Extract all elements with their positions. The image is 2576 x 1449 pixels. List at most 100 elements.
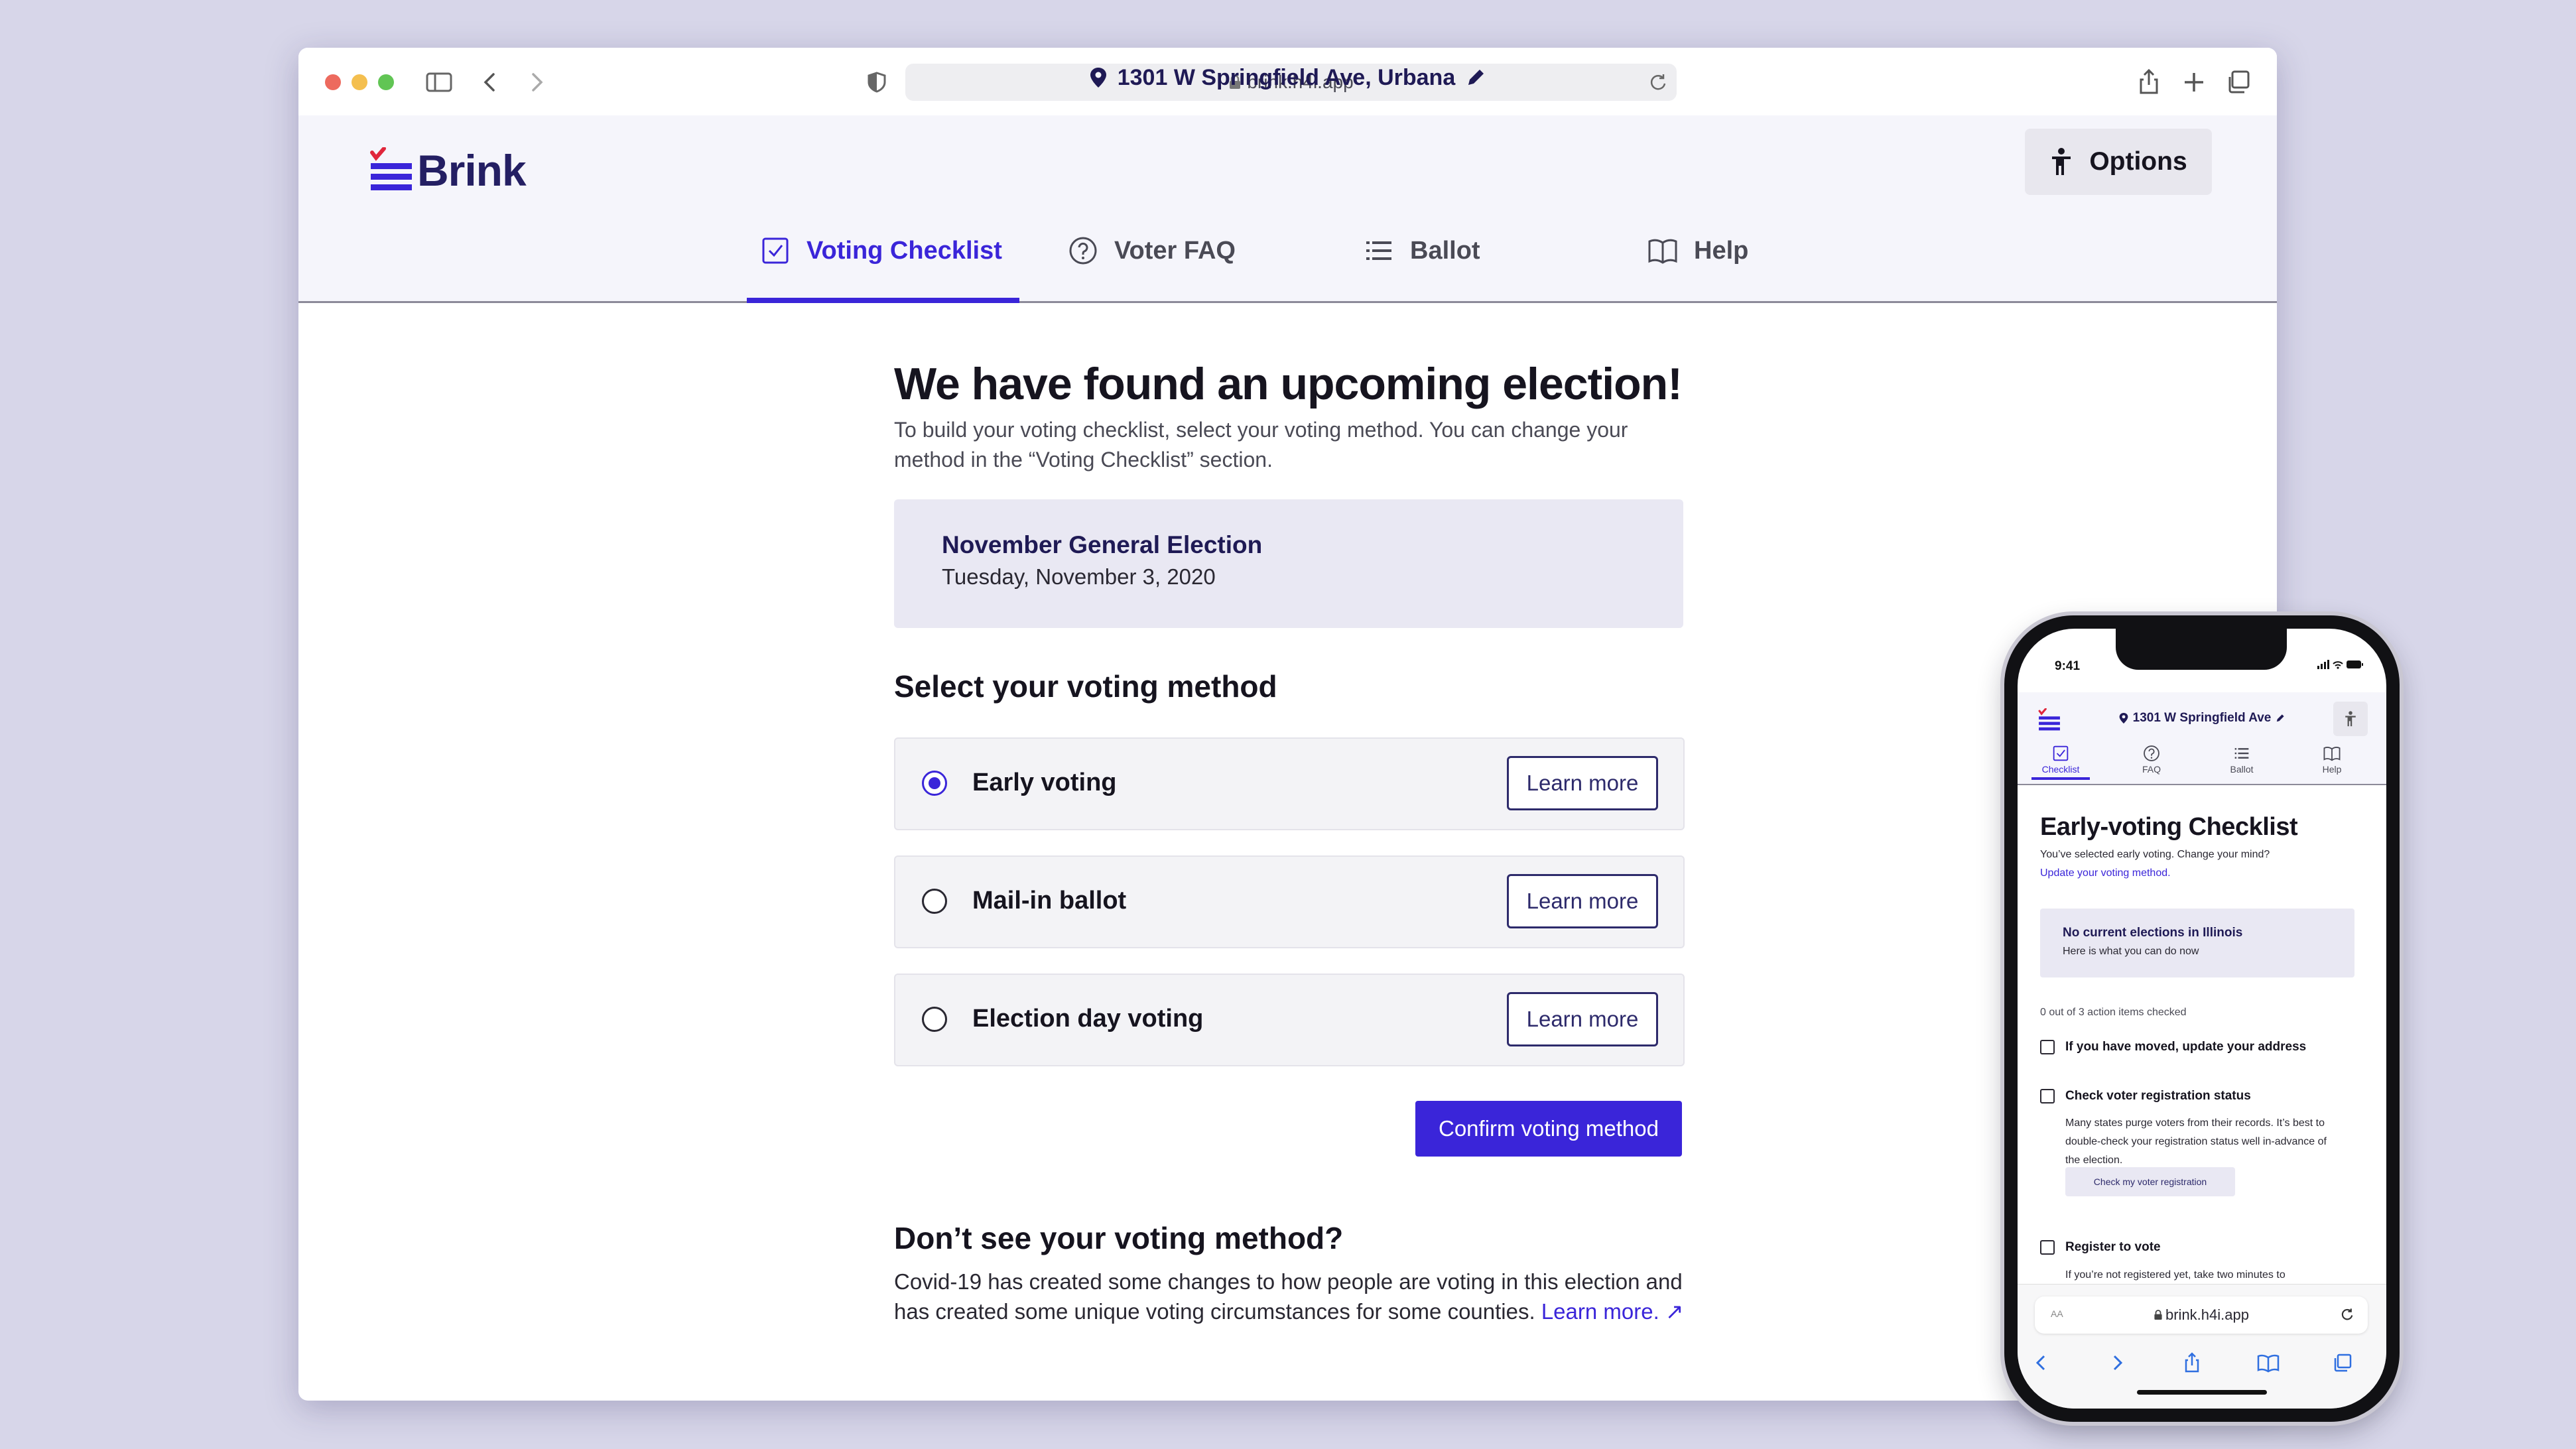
missing-method-text: Covid-19 has created some changes to how… (894, 1267, 1690, 1326)
method-label: Election day voting (972, 1005, 1204, 1033)
method-label: Mail-in ballot (972, 887, 1127, 914)
phone-mockup: 9:41 1301 W Springfield Ave Checklist FA… (2004, 615, 2400, 1422)
tab-label: Voting Checklist (806, 236, 1002, 265)
phone-address-bar[interactable]: AA brink.h4i.app (2035, 1296, 2368, 1334)
location-text: 1301 W Springfield Ave, Urbana (1117, 64, 1456, 90)
check-registration-button[interactable]: Check my voter registration (2065, 1167, 2235, 1196)
brink-logo[interactable]: Brink (368, 145, 527, 196)
checklist-item: Check voter registration status (2065, 1089, 2251, 1103)
bookmarks-icon[interactable] (2256, 1351, 2280, 1375)
phone-tab-label: Help (2322, 764, 2342, 775)
home-indicator (2137, 1390, 2267, 1395)
list-icon (2234, 748, 2249, 759)
radio-mail-in-ballot[interactable] (922, 889, 947, 914)
location-display[interactable]: 1301 W Springfield Ave, Urbana (298, 58, 2277, 97)
reload-icon[interactable] (2339, 1306, 2356, 1323)
tab-label: Ballot (1410, 236, 1480, 265)
confirm-voting-method-button[interactable]: Confirm voting method (1415, 1101, 1682, 1157)
learn-more-button[interactable]: Learn more (1507, 756, 1658, 810)
checklist-item-description: If you’re not registered yet, take two m… (2065, 1269, 2286, 1281)
map-pin-icon (2119, 713, 2128, 724)
phone-browser-bar: AA brink.h4i.app (2018, 1284, 2386, 1409)
tab-voter-faq[interactable]: Voter FAQ (1068, 200, 1236, 301)
back-icon[interactable] (2029, 1351, 2053, 1375)
share-icon[interactable] (2180, 1351, 2204, 1375)
method-option-early-voting[interactable]: Early voting Learn more (894, 737, 1685, 830)
checklist-checkbox[interactable] (2040, 1240, 2055, 1255)
checklist-checkbox[interactable] (2040, 1089, 2055, 1103)
select-method-heading: Select your voting method (894, 669, 1277, 704)
action-items-count: 0 out of 3 action items checked (2040, 1007, 2187, 1018)
status-icons (2317, 659, 2364, 673)
phone-subtitle: You’ve selected early voting. Change you… (2040, 849, 2270, 860)
phone-tab-label: FAQ (2142, 764, 2161, 775)
method-option-mail-in-ballot[interactable]: Mail-in ballot Learn more (894, 855, 1685, 948)
update-method-link[interactable]: Update your voting method. (2040, 867, 2171, 879)
map-pin-icon (1090, 68, 1106, 88)
phone-app-header: 1301 W Springfield Ave Checklist FAQ Bal… (2018, 692, 2386, 785)
phone-election-card: No current elections in Illinois Here is… (2040, 909, 2354, 977)
forward-icon[interactable] (2105, 1351, 2129, 1375)
phone-page-title: Early-voting Checklist (2040, 813, 2298, 841)
checkbox-check-icon (762, 237, 789, 264)
options-label: Options (2089, 147, 2187, 176)
method-label: Early voting (972, 769, 1117, 796)
radio-election-day[interactable] (922, 1007, 947, 1032)
list-icon (1366, 241, 1391, 260)
phone-tab-checklist[interactable]: Checklist (2031, 744, 2090, 780)
phone-tab-label: Ballot (2230, 764, 2254, 775)
tabs-icon[interactable] (2331, 1351, 2354, 1375)
phone-location-text: 1301 W Springfield Ave (2132, 711, 2272, 725)
checklist-checkbox[interactable] (2040, 1040, 2055, 1054)
phone-tab-label: Checklist (2041, 764, 2080, 775)
brink-logo-icon (370, 147, 412, 190)
page-title: We have found an upcoming election! (894, 359, 1683, 409)
phone-tab-help[interactable]: Help (2305, 744, 2358, 775)
brand-name: Brink (417, 146, 527, 195)
checkbox-check-icon (2053, 745, 2069, 761)
phone-notch (2116, 629, 2287, 670)
main-nav-tabs: Voting Checklist Voter FAQ Ballot Help (298, 200, 2277, 303)
intro-text: To build your voting checklist, select y… (894, 418, 1628, 472)
tab-help[interactable]: Help (1647, 200, 1748, 301)
election-card: November General Election Tuesday, Novem… (894, 499, 1683, 628)
app-header: Brink 1301 W Springfield Ave, Urbana Opt… (298, 65, 2277, 303)
lock-icon (2154, 1310, 2162, 1320)
phone-card-title: No current elections in Illinois (2063, 926, 2243, 940)
phone-screen: 9:41 1301 W Springfield Ave Checklist FA… (2018, 629, 2386, 1409)
browser-window: brink.h4i.app Brink 1301 W Springfield A… (298, 48, 2277, 1401)
learn-more-button[interactable]: Learn more (1507, 874, 1658, 928)
edit-pencil-icon[interactable] (2275, 712, 2286, 725)
learn-more-button[interactable]: Learn more (1507, 992, 1658, 1046)
accessibility-icon (2052, 148, 2071, 175)
tab-ballot[interactable]: Ballot (1364, 200, 1480, 301)
phone-url: brink.h4i.app (2165, 1306, 2249, 1323)
checklist-item: If you have moved, update your address (2065, 1040, 2307, 1054)
checklist-item-description: Many states purge voters from their reco… (2065, 1117, 2327, 1166)
election-date: Tuesday, November 3, 2020 (942, 564, 1216, 589)
options-button[interactable]: Options (2025, 129, 2212, 195)
radio-early-voting[interactable] (922, 771, 947, 796)
question-circle-icon (1069, 237, 1097, 265)
question-circle-icon (2144, 745, 2159, 761)
book-icon (2323, 747, 2341, 761)
election-name: November General Election (942, 531, 1263, 558)
checklist-item: Register to vote (2065, 1240, 2161, 1254)
tab-label: Voter FAQ (1114, 236, 1236, 265)
book-icon (1648, 239, 1677, 264)
status-time: 9:41 (2055, 659, 2081, 673)
edit-pencil-icon[interactable] (1464, 66, 1487, 89)
phone-location[interactable]: 1301 W Springfield Ave (2018, 711, 2386, 725)
missing-method-heading: Don’t see your voting method? (894, 1221, 1344, 1255)
method-option-election-day[interactable]: Election day voting Learn more (894, 974, 1685, 1066)
tab-label: Help (1694, 236, 1749, 265)
tab-voting-checklist[interactable]: Voting Checklist (747, 200, 1019, 303)
phone-card-text: Here is what you can do now (2063, 946, 2199, 957)
phone-options-button[interactable] (2333, 702, 2368, 736)
learn-more-link[interactable]: Learn more. ↗ (1541, 1299, 1684, 1324)
text-size-button[interactable]: AA (2051, 1308, 2063, 1319)
phone-tab-ballot[interactable]: Ballot (2215, 744, 2268, 775)
accessibility-icon (2345, 711, 2356, 727)
signal-battery-icon (2317, 660, 2363, 669)
phone-tab-faq[interactable]: FAQ (2125, 744, 2178, 775)
